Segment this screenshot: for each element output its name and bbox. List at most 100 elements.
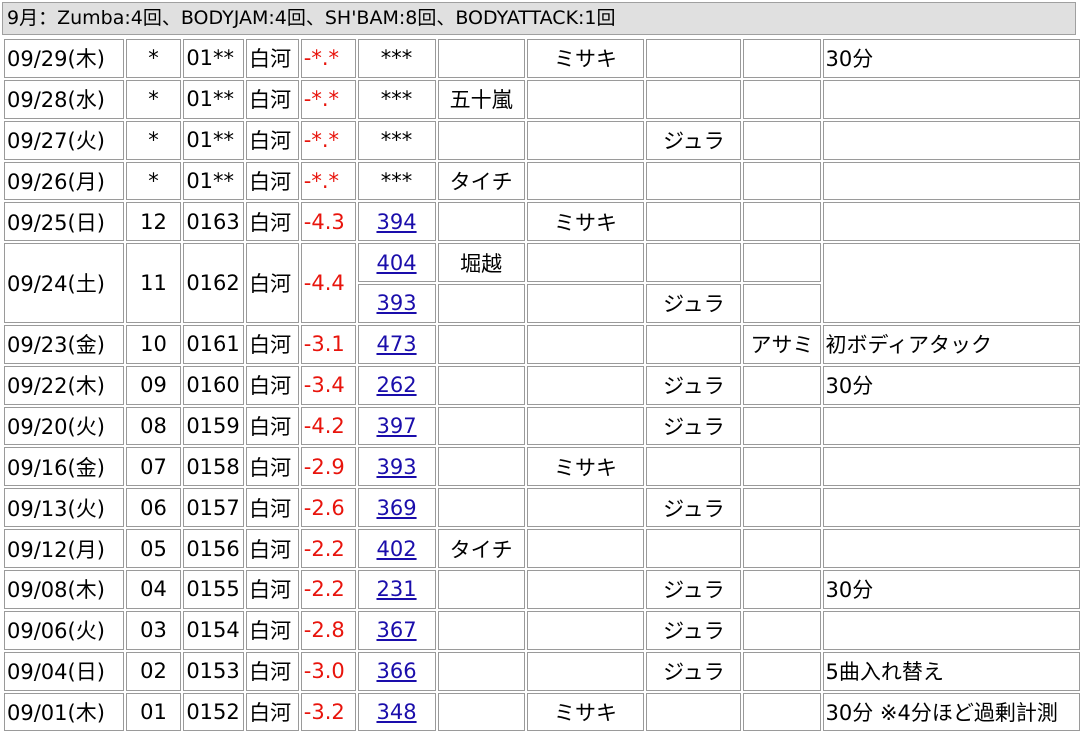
lesson-link[interactable]: 473 — [376, 332, 416, 356]
lesson-id-cell: 348 — [358, 693, 436, 732]
instructor-cell: ミサキ — [527, 39, 645, 78]
lesson-link[interactable]: 262 — [376, 373, 416, 397]
code-cell: 0159 — [183, 407, 244, 446]
location-cell: 白河 — [246, 529, 299, 568]
instructor-cell — [527, 121, 645, 160]
location-cell: 白河 — [246, 652, 299, 691]
note-cell: 初ボディアタック — [823, 325, 1080, 364]
instructor-cell — [743, 407, 820, 446]
lesson-link[interactable]: 393 — [376, 455, 416, 479]
lesson-id-cell: 394 — [358, 202, 436, 241]
table-row: 09/27(火)*01**白河-*.****ジュラ — [4, 121, 1080, 160]
lesson-link[interactable]: 348 — [376, 700, 416, 724]
instructor-cell — [527, 488, 645, 527]
lesson-id-cell: *** — [358, 80, 436, 119]
instructor-cell — [527, 325, 645, 364]
weight-change-cell: -3.1 — [301, 325, 356, 364]
instructor-cell — [646, 325, 741, 364]
location-cell: 白河 — [246, 162, 299, 201]
lesson-id-cell: *** — [358, 162, 436, 201]
lesson-link[interactable]: 366 — [376, 659, 416, 683]
table-row: 09/24(土)110162白河-4.4404堀越 — [4, 243, 1080, 282]
note-cell: 5曲入れ替え — [823, 652, 1080, 691]
date-cell: 09/13(火) — [4, 488, 124, 527]
date-cell: 09/28(水) — [4, 80, 124, 119]
table-row: 09/08(木)040155白河-2.2231ジュラ30分 — [4, 570, 1080, 609]
code-cell: 0157 — [183, 488, 244, 527]
lesson-id-cell: 393 — [358, 284, 436, 323]
note-cell: 30分 — [823, 39, 1080, 78]
instructor-cell — [743, 80, 820, 119]
location-cell: 白河 — [246, 80, 299, 119]
instructor-cell — [438, 407, 525, 446]
session-number-cell: 07 — [126, 447, 182, 486]
note-cell — [823, 80, 1080, 119]
date-cell: 09/20(火) — [4, 407, 124, 446]
date-cell: 09/24(土) — [4, 243, 124, 323]
date-cell: 09/12(月) — [4, 529, 124, 568]
lesson-link[interactable]: 369 — [376, 496, 416, 520]
note-cell — [823, 611, 1080, 650]
code-cell: 0153 — [183, 652, 244, 691]
session-number-cell: 11 — [126, 243, 182, 323]
lesson-id-cell: *** — [358, 39, 436, 78]
instructor-cell — [743, 202, 820, 241]
instructor-cell — [527, 243, 645, 282]
location-cell: 白河 — [246, 121, 299, 160]
code-cell: 0161 — [183, 325, 244, 364]
weight-change-cell: -2.2 — [301, 570, 356, 609]
note-cell — [823, 202, 1080, 241]
instructor-cell: 五十嵐 — [438, 80, 525, 119]
table-row: 09/22(木)090160白河-3.4262ジュラ30分 — [4, 366, 1080, 405]
instructor-cell — [743, 693, 820, 732]
location-cell: 白河 — [246, 243, 299, 323]
lesson-link[interactable]: 404 — [376, 251, 416, 275]
lesson-id-cell: 404 — [358, 243, 436, 282]
code-cell: 01** — [183, 80, 244, 119]
instructor-cell — [438, 488, 525, 527]
instructor-cell: ジュラ — [646, 407, 741, 446]
lesson-link[interactable]: 394 — [376, 210, 416, 234]
table-row: 09/29(木)*01**白河-*.****ミサキ30分 — [4, 39, 1080, 78]
weight-change-cell: -*.* — [301, 39, 356, 78]
lesson-link[interactable]: 231 — [376, 577, 416, 601]
weight-change-cell: -2.8 — [301, 611, 356, 650]
code-cell: 01** — [183, 39, 244, 78]
code-cell: 01** — [183, 121, 244, 160]
workout-log-body: 09/29(木)*01**白河-*.****ミサキ30分09/28(水)*01*… — [4, 39, 1080, 731]
session-number-cell: * — [126, 39, 182, 78]
lesson-link[interactable]: 397 — [376, 414, 416, 438]
instructor-cell — [743, 447, 820, 486]
session-number-cell: 06 — [126, 488, 182, 527]
lesson-link[interactable]: 393 — [376, 291, 416, 315]
lesson-id-cell: 231 — [358, 570, 436, 609]
lesson-link[interactable]: 367 — [376, 618, 416, 642]
instructor-cell — [527, 366, 645, 405]
code-cell: 0152 — [183, 693, 244, 732]
date-cell: 09/22(木) — [4, 366, 124, 405]
lesson-id-cell: 473 — [358, 325, 436, 364]
weight-change-cell: -2.6 — [301, 488, 356, 527]
code-cell: 0162 — [183, 243, 244, 323]
instructor-cell — [743, 570, 820, 609]
date-cell: 09/23(金) — [4, 325, 124, 364]
instructor-cell — [438, 447, 525, 486]
table-row: 09/23(金)100161白河-3.1473アサミ初ボディアタック — [4, 325, 1080, 364]
page: 9月：Zumba:4回、BODYJAM:4回、SH'BAM:8回、BODYATT… — [0, 0, 1080, 732]
lesson-id-cell: 402 — [358, 529, 436, 568]
note-cell — [823, 243, 1080, 323]
month-summary-header: 9月：Zumba:4回、BODYJAM:4回、SH'BAM:8回、BODYATT… — [2, 2, 1076, 35]
instructor-cell: ジュラ — [646, 570, 741, 609]
note-cell — [823, 121, 1080, 160]
lesson-id-cell: 397 — [358, 407, 436, 446]
note-cell — [823, 407, 1080, 446]
date-cell: 09/06(火) — [4, 611, 124, 650]
instructor-cell — [743, 652, 820, 691]
weight-change-cell: -4.4 — [301, 243, 356, 323]
date-cell: 09/29(木) — [4, 39, 124, 78]
instructor-cell: ジュラ — [646, 488, 741, 527]
instructor-cell — [438, 366, 525, 405]
lesson-link[interactable]: 402 — [376, 537, 416, 561]
code-cell: 0160 — [183, 366, 244, 405]
instructor-cell — [743, 284, 820, 323]
